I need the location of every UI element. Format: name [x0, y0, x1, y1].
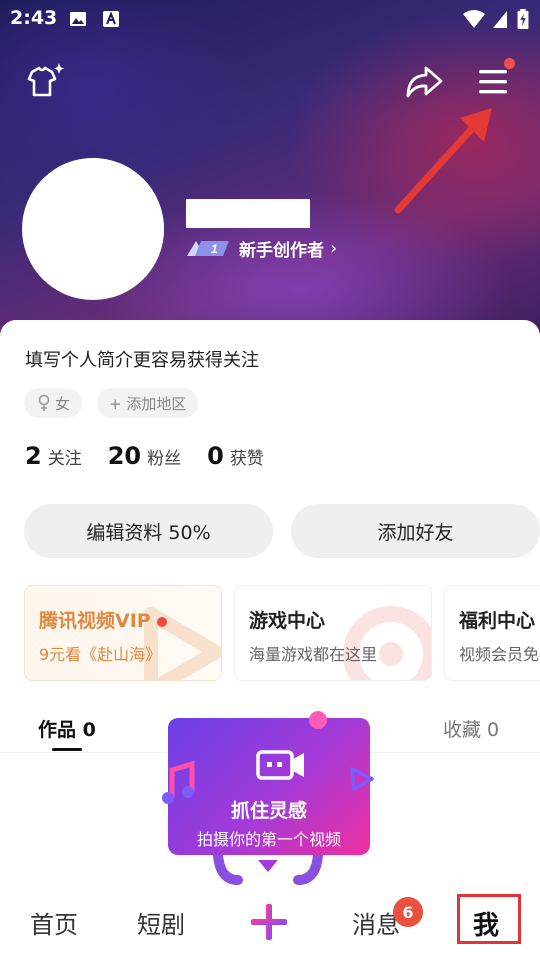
triangle-deco-icon — [350, 767, 374, 791]
share-icon[interactable] — [402, 60, 446, 104]
creator-level-link[interactable]: 1 新手创作者 › — [185, 236, 338, 261]
welfare-subtitle: 视频会员免 — [459, 645, 540, 664]
service-card-welfare[interactable]: 福利中心 视频会员免 — [444, 585, 540, 681]
nav-drama[interactable]: 短剧 — [137, 905, 185, 940]
image-icon — [70, 12, 86, 26]
wifi-icon — [463, 10, 485, 28]
following-count[interactable]: 2 — [25, 442, 42, 470]
popup-title: 抓住灵感 — [230, 800, 307, 822]
battery-icon — [517, 9, 529, 29]
likes-label[interactable]: 获赞 — [230, 444, 264, 469]
chevron-right-icon: › — [330, 237, 338, 259]
gender-tag[interactable]: 女 — [24, 388, 83, 418]
music-note-icon — [162, 760, 195, 804]
female-icon — [38, 394, 50, 411]
service-card-vip[interactable]: 腾讯视频VIP 9元看《赴山海》 — [24, 585, 222, 681]
nav-home[interactable]: 首页 — [30, 905, 78, 940]
followers-label[interactable]: 粉丝 — [147, 444, 181, 469]
text-a-icon — [103, 11, 119, 27]
creator-label: 新手创作者 — [239, 240, 324, 261]
messages-badge: 6 — [393, 897, 423, 927]
vip-title: 腾讯视频VIP — [39, 610, 151, 632]
annotation-arrow-icon — [394, 108, 492, 214]
bottom-nav: 首页 短剧 消息 6 我 — [0, 885, 540, 960]
status-time: 2:43 — [10, 7, 58, 29]
menu-notification-dot — [504, 58, 515, 69]
vip-notification-dot — [156, 616, 167, 627]
popup-subtitle: 拍摄你的第一个视频 — [196, 830, 341, 849]
gender-tag-label: 女 — [55, 394, 71, 413]
creator-level-badge-icon: 1 — [187, 241, 229, 256]
welfare-title: 福利中心 — [459, 610, 536, 632]
followers-count[interactable]: 20 — [108, 442, 141, 470]
add-region-tag[interactable]: + 添加地区 — [97, 388, 199, 418]
signal-icon — [493, 11, 507, 28]
likes-count[interactable]: 0 — [207, 442, 224, 470]
username-redacted — [186, 199, 310, 228]
create-plus-icon[interactable] — [250, 903, 288, 941]
game-center-title: 游戏中心 — [249, 610, 326, 632]
video-camera-icon — [256, 750, 304, 780]
nav-me[interactable]: 我 — [473, 905, 499, 942]
following-label[interactable]: 关注 — [48, 444, 82, 469]
add-region-label: + 添加地区 — [109, 394, 187, 413]
tab-works[interactable]: 作品 0 — [38, 715, 96, 742]
tab-active-indicator — [52, 748, 82, 751]
tab-favorites[interactable]: 收藏 0 — [443, 715, 499, 742]
creator-level-number: 1 — [211, 242, 218, 256]
status-bar: 2:43 — [0, 0, 540, 38]
stats-row: 2 关注 20 粉丝 0 获赞 — [25, 442, 290, 470]
pink-circle-icon — [309, 711, 327, 729]
shoot-first-video-popup[interactable]: 抓住灵感 拍摄你的第一个视频 — [158, 710, 378, 885]
service-card-game-center[interactable]: 游戏中心 海量游戏都在这里 — [234, 585, 432, 681]
popup-box: 抓住灵感 拍摄你的第一个视频 — [168, 718, 370, 855]
game-center-subtitle: 海量游戏都在这里 — [249, 645, 378, 664]
add-friend-button[interactable]: 添加好友 — [291, 504, 540, 558]
avatar[interactable] — [22, 158, 164, 300]
vip-subtitle: 9元看《赴山海》 — [39, 645, 162, 664]
tshirt-sparkle-icon[interactable] — [22, 60, 66, 104]
bio-prompt[interactable]: 填写个人简介更容易获得关注 — [25, 346, 259, 372]
edit-profile-button[interactable]: 编辑资料 50% — [24, 504, 273, 558]
